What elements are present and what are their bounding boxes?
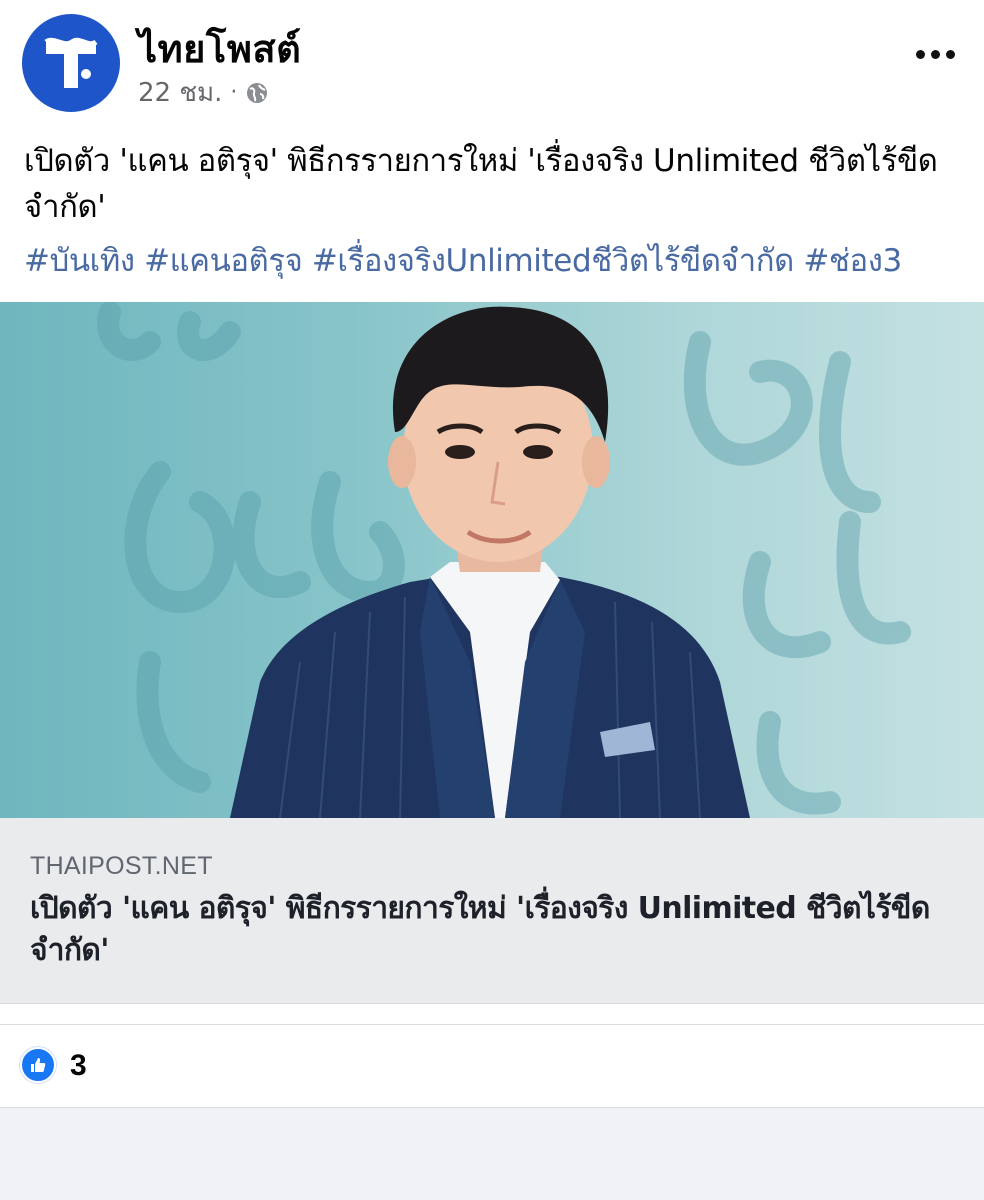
link-preview-image[interactable] [0, 302, 984, 818]
meta-separator: · [230, 80, 238, 105]
hashtag-link[interactable]: #บันเทิง [24, 243, 135, 279]
page-avatar[interactable] [22, 14, 120, 112]
hashtag-link[interactable]: #ช่อง3 [803, 243, 902, 279]
more-options-button[interactable] [912, 42, 958, 66]
page-name[interactable]: ไทยโพสต์ [138, 18, 301, 79]
link-domain: THAIPOST.NET [30, 852, 213, 880]
link-preview-card[interactable]: THAIPOST.NET เปิดตัว 'แคน อติรุจ' พิธีกร… [0, 302, 984, 1004]
post-hashtags: #บันเทิง #แคนอติรุจ #เรื่องจริงUnlimited… [24, 238, 964, 284]
reactions-bar: 3 [0, 1024, 984, 1108]
reaction-count[interactable]: 3 [70, 1049, 87, 1083]
post-header: ไทยโพสต์ 22 ชม. · [0, 0, 984, 120]
thumbs-up-glyph-icon [31, 1058, 46, 1072]
hashtag-link[interactable]: #แคนอติรุจ [144, 243, 303, 279]
thaipost-logo-icon [44, 37, 98, 88]
more-dot-icon [945, 49, 955, 59]
feed-background [0, 1108, 984, 1200]
host-photo [97, 302, 911, 818]
post-meta: 22 ชม. · [138, 72, 269, 113]
post-text: เปิดตัว 'แคน อติรุจ' พิธีกรรายการใหม่ 'เ… [24, 143, 938, 225]
hashtag-link[interactable]: #เรื่องจริงUnlimitedชีวิตไร้ขีดจำกัด [312, 243, 794, 279]
thumbs-up-icon[interactable] [20, 1047, 56, 1083]
more-dot-icon [930, 49, 940, 59]
globe-icon [247, 82, 268, 103]
more-dot-icon [915, 49, 925, 59]
link-title[interactable]: เปิดตัว 'แคน อติรุจ' พิธีกรรายการใหม่ 'เ… [30, 888, 930, 972]
link-preview-info[interactable]: THAIPOST.NET เปิดตัว 'แคน อติรุจ' พิธีกร… [0, 818, 984, 1004]
post-time[interactable]: 22 ชม. [138, 72, 222, 113]
